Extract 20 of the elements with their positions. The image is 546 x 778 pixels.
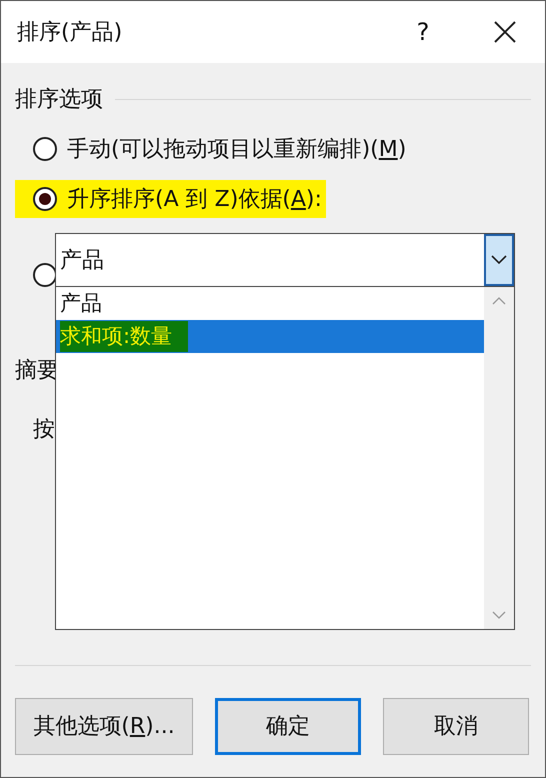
section-heading: 摘要 xyxy=(15,357,60,385)
radio-label[interactable]: 手动(可以拖动项目以重新编排)(M) xyxy=(67,132,406,166)
radio-button[interactable] xyxy=(33,263,57,287)
radio-button[interactable] xyxy=(33,187,57,211)
close-icon xyxy=(494,21,516,43)
radio-label[interactable]: 升序排序(A 到 Z)依据(A): xyxy=(67,182,322,216)
section-heading: 排序选项 xyxy=(15,86,103,114)
radio-button[interactable] xyxy=(33,137,57,161)
dropdown-field[interactable]: 产品 xyxy=(55,233,515,287)
dialog-button[interactable]: 其他选项(R)... xyxy=(15,698,193,755)
list-option[interactable]: 求和项:数量 xyxy=(56,320,484,353)
dialog-button[interactable]: 确定 xyxy=(215,698,361,755)
option-label: 产品 xyxy=(60,290,102,317)
help-button[interactable]: ? xyxy=(403,12,443,52)
summary-text: 按 xyxy=(33,416,55,444)
window-title: 排序(产品) xyxy=(17,18,124,46)
chevron-down-icon xyxy=(491,255,507,265)
option-label: 求和项:数量 xyxy=(60,320,188,352)
dialog-button[interactable]: 取消 xyxy=(383,698,529,755)
list-option[interactable]: 产品 xyxy=(56,287,484,320)
